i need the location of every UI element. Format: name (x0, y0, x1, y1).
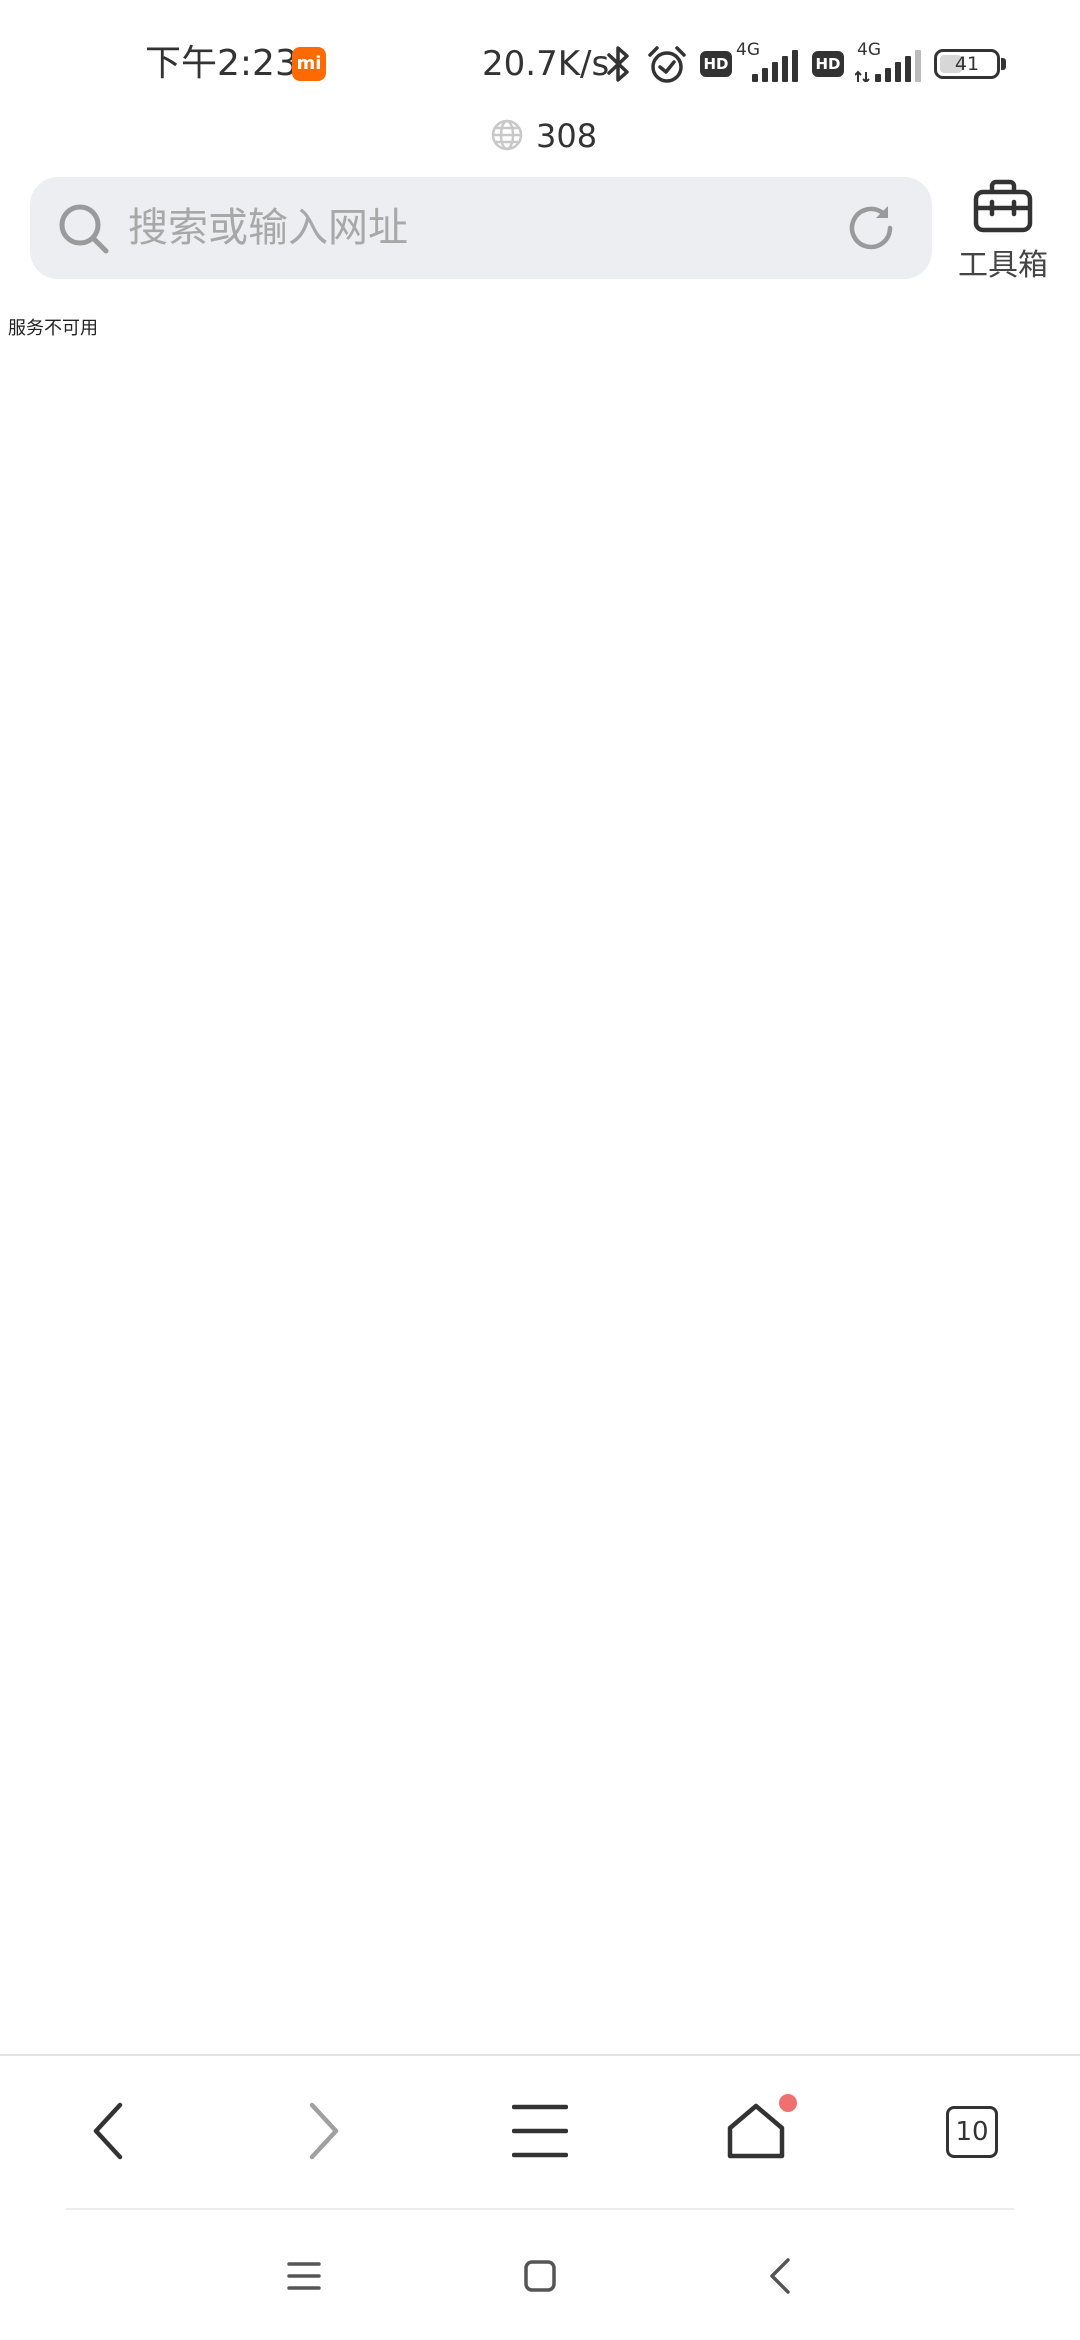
search-input[interactable] (128, 199, 848, 257)
toolbox-label: 工具箱 (958, 248, 1048, 283)
bottom-toolbar (0, 2056, 1080, 2206)
hd-badge-sim2: HD (812, 51, 844, 77)
search-icon (59, 204, 109, 254)
signal-icon (752, 50, 798, 82)
menu-button[interactable] (432, 2056, 648, 2206)
back-icon (770, 2258, 790, 2294)
home-notification-dot (779, 2094, 797, 2112)
hd-badge-sim1: HD (700, 51, 732, 77)
back-button[interactable] (0, 2056, 216, 2206)
battery-tip (1001, 58, 1006, 70)
status-time: 下午2:23 (145, 43, 298, 84)
system-back-button[interactable] (720, 2212, 840, 2340)
recents-icon (287, 2262, 321, 2290)
toolbox-icon (973, 179, 1033, 233)
nav-divider (66, 2208, 1014, 2210)
address-bar[interactable] (30, 177, 932, 279)
forward-icon (309, 2102, 339, 2160)
alarm-icon (648, 46, 686, 83)
system-home-button[interactable] (480, 2212, 600, 2340)
signal-icon (855, 50, 921, 82)
recents-button[interactable] (244, 2212, 364, 2340)
reload-icon[interactable] (842, 199, 900, 257)
counter-row: 308 (0, 112, 1080, 162)
forward-button[interactable] (216, 2056, 432, 2206)
battery-level: 41 (954, 53, 980, 75)
home-icon (727, 2103, 785, 2159)
page-error-message: 服务不可用 (8, 318, 98, 339)
tabs-icon[interactable]: 10 (946, 2106, 998, 2158)
system-navigation-bar (0, 2212, 1080, 2340)
bluetooth-icon (607, 46, 629, 82)
battery-icon: 41 (934, 49, 1000, 79)
menu-icon (512, 2104, 568, 2158)
counter-value: 308 (536, 117, 598, 155)
status-bar: 下午2:23 mi 20.7K/s HD 4G HD 4G 41 (0, 0, 1080, 120)
toolbox-button[interactable]: 工具箱 (948, 176, 1058, 286)
network-speed: 20.7K/s (482, 44, 610, 84)
globe-icon (491, 119, 523, 151)
mi-app-icon: mi (292, 47, 326, 81)
home-button[interactable] (648, 2056, 864, 2206)
back-icon (93, 2102, 123, 2160)
square-home-icon (524, 2260, 556, 2292)
